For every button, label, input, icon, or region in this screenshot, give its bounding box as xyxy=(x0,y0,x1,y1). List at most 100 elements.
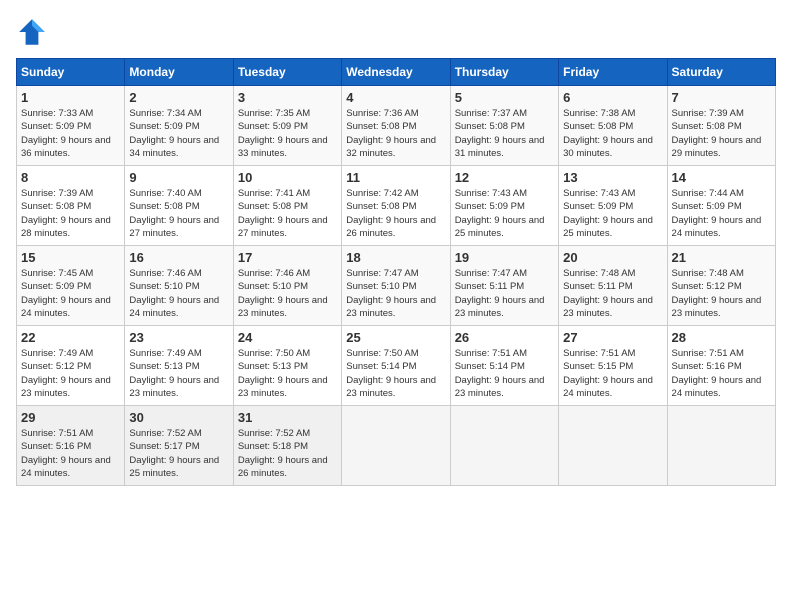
day-info: Sunrise: 7:36 AMSunset: 5:08 PMDaylight:… xyxy=(346,108,436,159)
calendar-cell: 3 Sunrise: 7:35 AMSunset: 5:09 PMDayligh… xyxy=(233,86,341,166)
day-info: Sunrise: 7:46 AMSunset: 5:10 PMDaylight:… xyxy=(129,268,219,319)
day-info: Sunrise: 7:40 AMSunset: 5:08 PMDaylight:… xyxy=(129,188,219,239)
weekday-header-monday: Monday xyxy=(125,59,233,86)
week-row-5: 29 Sunrise: 7:51 AMSunset: 5:16 PMDaylig… xyxy=(17,406,776,486)
day-number: 14 xyxy=(672,170,771,185)
day-info: Sunrise: 7:48 AMSunset: 5:12 PMDaylight:… xyxy=(672,268,762,319)
day-info: Sunrise: 7:39 AMSunset: 5:08 PMDaylight:… xyxy=(672,108,762,159)
day-number: 25 xyxy=(346,330,445,345)
day-number: 15 xyxy=(21,250,120,265)
calendar-cell: 13 Sunrise: 7:43 AMSunset: 5:09 PMDaylig… xyxy=(559,166,667,246)
calendar-cell: 11 Sunrise: 7:42 AMSunset: 5:08 PMDaylig… xyxy=(342,166,450,246)
weekday-header-saturday: Saturday xyxy=(667,59,775,86)
calendar-cell: 16 Sunrise: 7:46 AMSunset: 5:10 PMDaylig… xyxy=(125,246,233,326)
day-info: Sunrise: 7:33 AMSunset: 5:09 PMDaylight:… xyxy=(21,108,111,159)
calendar-cell xyxy=(667,406,775,486)
day-info: Sunrise: 7:38 AMSunset: 5:08 PMDaylight:… xyxy=(563,108,653,159)
day-number: 7 xyxy=(672,90,771,105)
day-info: Sunrise: 7:49 AMSunset: 5:12 PMDaylight:… xyxy=(21,348,111,399)
weekday-header-thursday: Thursday xyxy=(450,59,558,86)
calendar-cell: 18 Sunrise: 7:47 AMSunset: 5:10 PMDaylig… xyxy=(342,246,450,326)
calendar-cell: 26 Sunrise: 7:51 AMSunset: 5:14 PMDaylig… xyxy=(450,326,558,406)
day-info: Sunrise: 7:48 AMSunset: 5:11 PMDaylight:… xyxy=(563,268,653,319)
day-number: 22 xyxy=(21,330,120,345)
day-info: Sunrise: 7:51 AMSunset: 5:15 PMDaylight:… xyxy=(563,348,653,399)
day-number: 1 xyxy=(21,90,120,105)
day-info: Sunrise: 7:51 AMSunset: 5:16 PMDaylight:… xyxy=(21,428,111,479)
calendar-cell: 10 Sunrise: 7:41 AMSunset: 5:08 PMDaylig… xyxy=(233,166,341,246)
day-number: 5 xyxy=(455,90,554,105)
weekday-header-friday: Friday xyxy=(559,59,667,86)
day-info: Sunrise: 7:52 AMSunset: 5:17 PMDaylight:… xyxy=(129,428,219,479)
calendar-cell: 1 Sunrise: 7:33 AMSunset: 5:09 PMDayligh… xyxy=(17,86,125,166)
week-row-1: 1 Sunrise: 7:33 AMSunset: 5:09 PMDayligh… xyxy=(17,86,776,166)
calendar-cell: 9 Sunrise: 7:40 AMSunset: 5:08 PMDayligh… xyxy=(125,166,233,246)
day-number: 28 xyxy=(672,330,771,345)
day-number: 8 xyxy=(21,170,120,185)
week-row-2: 8 Sunrise: 7:39 AMSunset: 5:08 PMDayligh… xyxy=(17,166,776,246)
calendar-cell: 2 Sunrise: 7:34 AMSunset: 5:09 PMDayligh… xyxy=(125,86,233,166)
day-info: Sunrise: 7:42 AMSunset: 5:08 PMDaylight:… xyxy=(346,188,436,239)
day-number: 4 xyxy=(346,90,445,105)
calendar-cell: 30 Sunrise: 7:52 AMSunset: 5:17 PMDaylig… xyxy=(125,406,233,486)
calendar-cell: 23 Sunrise: 7:49 AMSunset: 5:13 PMDaylig… xyxy=(125,326,233,406)
day-number: 13 xyxy=(563,170,662,185)
day-number: 29 xyxy=(21,410,120,425)
calendar-cell: 21 Sunrise: 7:48 AMSunset: 5:12 PMDaylig… xyxy=(667,246,775,326)
day-info: Sunrise: 7:46 AMSunset: 5:10 PMDaylight:… xyxy=(238,268,328,319)
calendar-cell: 14 Sunrise: 7:44 AMSunset: 5:09 PMDaylig… xyxy=(667,166,775,246)
day-number: 6 xyxy=(563,90,662,105)
day-number: 19 xyxy=(455,250,554,265)
weekday-header-sunday: Sunday xyxy=(17,59,125,86)
day-number: 26 xyxy=(455,330,554,345)
day-info: Sunrise: 7:47 AMSunset: 5:11 PMDaylight:… xyxy=(455,268,545,319)
day-number: 21 xyxy=(672,250,771,265)
calendar-cell: 28 Sunrise: 7:51 AMSunset: 5:16 PMDaylig… xyxy=(667,326,775,406)
day-info: Sunrise: 7:34 AMSunset: 5:09 PMDaylight:… xyxy=(129,108,219,159)
page-header xyxy=(16,16,776,48)
week-row-3: 15 Sunrise: 7:45 AMSunset: 5:09 PMDaylig… xyxy=(17,246,776,326)
day-info: Sunrise: 7:39 AMSunset: 5:08 PMDaylight:… xyxy=(21,188,111,239)
calendar-cell: 20 Sunrise: 7:48 AMSunset: 5:11 PMDaylig… xyxy=(559,246,667,326)
day-info: Sunrise: 7:47 AMSunset: 5:10 PMDaylight:… xyxy=(346,268,436,319)
calendar-cell: 15 Sunrise: 7:45 AMSunset: 5:09 PMDaylig… xyxy=(17,246,125,326)
calendar-cell xyxy=(559,406,667,486)
day-info: Sunrise: 7:50 AMSunset: 5:14 PMDaylight:… xyxy=(346,348,436,399)
calendar-cell: 24 Sunrise: 7:50 AMSunset: 5:13 PMDaylig… xyxy=(233,326,341,406)
day-number: 3 xyxy=(238,90,337,105)
day-number: 23 xyxy=(129,330,228,345)
calendar-table: SundayMondayTuesdayWednesdayThursdayFrid… xyxy=(16,58,776,486)
calendar-cell: 4 Sunrise: 7:36 AMSunset: 5:08 PMDayligh… xyxy=(342,86,450,166)
calendar-cell xyxy=(342,406,450,486)
calendar-cell: 31 Sunrise: 7:52 AMSunset: 5:18 PMDaylig… xyxy=(233,406,341,486)
calendar-cell: 25 Sunrise: 7:50 AMSunset: 5:14 PMDaylig… xyxy=(342,326,450,406)
day-number: 24 xyxy=(238,330,337,345)
logo-icon xyxy=(16,16,48,48)
day-number: 27 xyxy=(563,330,662,345)
day-number: 12 xyxy=(455,170,554,185)
day-info: Sunrise: 7:44 AMSunset: 5:09 PMDaylight:… xyxy=(672,188,762,239)
calendar-cell xyxy=(450,406,558,486)
day-info: Sunrise: 7:45 AMSunset: 5:09 PMDaylight:… xyxy=(21,268,111,319)
calendar-cell: 27 Sunrise: 7:51 AMSunset: 5:15 PMDaylig… xyxy=(559,326,667,406)
day-info: Sunrise: 7:41 AMSunset: 5:08 PMDaylight:… xyxy=(238,188,328,239)
calendar-cell: 8 Sunrise: 7:39 AMSunset: 5:08 PMDayligh… xyxy=(17,166,125,246)
day-info: Sunrise: 7:50 AMSunset: 5:13 PMDaylight:… xyxy=(238,348,328,399)
day-number: 31 xyxy=(238,410,337,425)
calendar-cell: 7 Sunrise: 7:39 AMSunset: 5:08 PMDayligh… xyxy=(667,86,775,166)
day-number: 16 xyxy=(129,250,228,265)
day-number: 10 xyxy=(238,170,337,185)
day-number: 18 xyxy=(346,250,445,265)
day-number: 30 xyxy=(129,410,228,425)
day-info: Sunrise: 7:52 AMSunset: 5:18 PMDaylight:… xyxy=(238,428,328,479)
calendar-cell: 17 Sunrise: 7:46 AMSunset: 5:10 PMDaylig… xyxy=(233,246,341,326)
calendar-cell: 5 Sunrise: 7:37 AMSunset: 5:08 PMDayligh… xyxy=(450,86,558,166)
calendar-cell: 19 Sunrise: 7:47 AMSunset: 5:11 PMDaylig… xyxy=(450,246,558,326)
day-info: Sunrise: 7:49 AMSunset: 5:13 PMDaylight:… xyxy=(129,348,219,399)
calendar-cell: 29 Sunrise: 7:51 AMSunset: 5:16 PMDaylig… xyxy=(17,406,125,486)
calendar-cell: 22 Sunrise: 7:49 AMSunset: 5:12 PMDaylig… xyxy=(17,326,125,406)
day-number: 9 xyxy=(129,170,228,185)
day-info: Sunrise: 7:43 AMSunset: 5:09 PMDaylight:… xyxy=(563,188,653,239)
weekday-header-row: SundayMondayTuesdayWednesdayThursdayFrid… xyxy=(17,59,776,86)
day-number: 2 xyxy=(129,90,228,105)
